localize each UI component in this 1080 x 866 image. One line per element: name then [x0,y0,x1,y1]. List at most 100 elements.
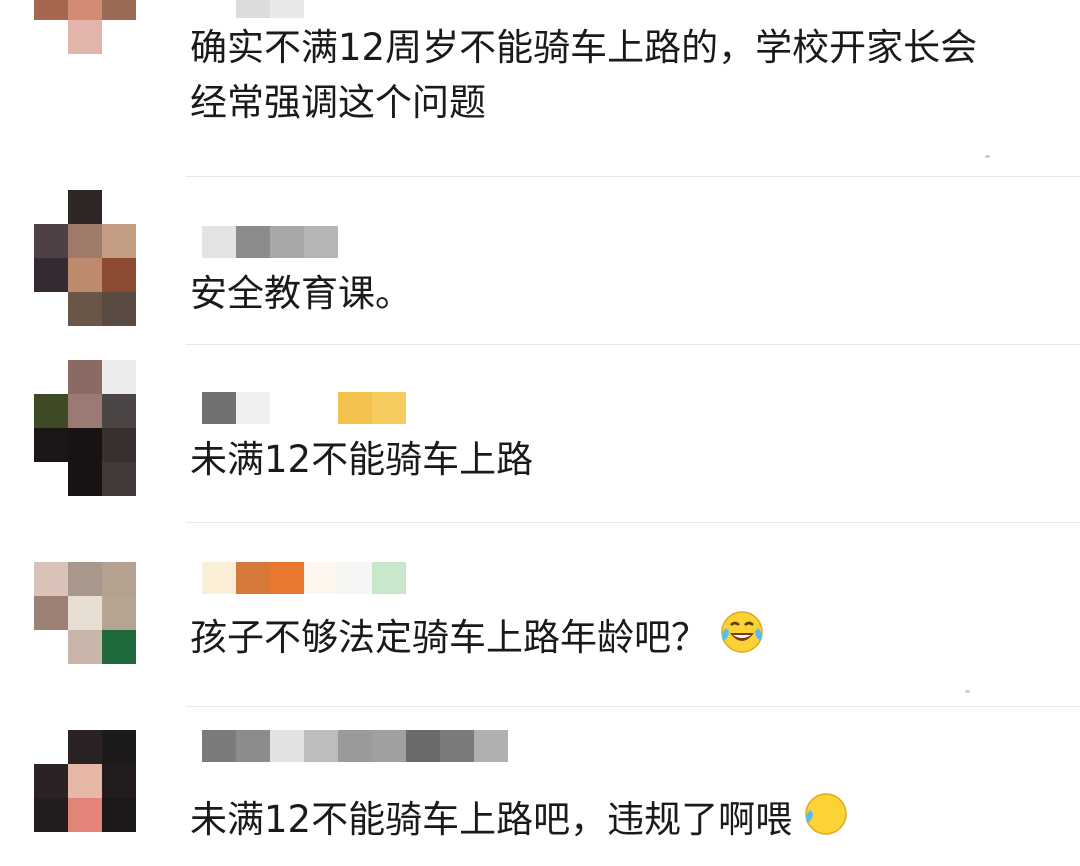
divider [186,706,1080,707]
decorative-speck [965,690,970,693]
comment-text: 未满12不能骑车上路吧，违规了啊喂 [190,790,1050,853]
avatar-pixel [34,224,68,258]
avatar-pixel [102,462,136,496]
avatar-pixel [34,190,68,224]
avatar-pixel [34,730,68,764]
username-pixel [202,0,236,18]
comment-text: 确实不满12周岁不能骑车上路的，学校开家长会 经常强调这个问题 [190,26,978,124]
username-pixel [270,562,304,594]
avatar-pixel [102,428,136,462]
avatar-pixel [68,360,102,394]
avatar-pixel [34,428,68,462]
username-pixel [236,0,270,18]
username-pixel [202,730,236,762]
avatar-pixel [68,394,102,428]
avatar-pixel [68,798,102,832]
avatar-pixel [34,0,68,20]
avatar-pixel [102,764,136,798]
username-pixel [304,730,338,762]
avatar-pixel [102,292,136,326]
username-pixel [338,392,372,424]
avatar[interactable] [34,562,136,698]
avatar-pixel [34,562,68,596]
avatar-pixel [34,258,68,292]
avatar-pixel [102,0,136,20]
avatar-pixel [68,764,102,798]
comment-text: 未满12不能骑车上路 [190,438,534,481]
username-pixel [236,562,270,594]
avatar-pixel [102,798,136,832]
avatar-pixel [102,224,136,258]
username-pixel [304,392,338,424]
username-pixel [270,730,304,762]
username-pixel [372,562,406,594]
divider [186,522,1080,523]
divider [186,344,1080,345]
avatar-pixel [102,190,136,224]
avatar-pixel [68,630,102,664]
avatar-pixel [102,832,136,866]
username-pixel [372,730,406,762]
avatar-pixel [34,292,68,326]
username-pixel [202,226,236,258]
username-pixel [338,562,372,594]
username-pixel [236,730,270,762]
avatar-pixel [68,462,102,496]
avatar-pixel [102,596,136,630]
avatar-pixel [68,428,102,462]
username-pixel [304,562,338,594]
avatar-pixel [102,258,136,292]
avatar-pixel [102,360,136,394]
username-pixel [202,392,236,424]
username-pixel [304,0,338,18]
username-blurred[interactable] [202,0,338,18]
username-blurred[interactable] [202,392,406,424]
avatar-pixel [102,54,136,88]
avatar-pixel [68,562,102,596]
avatar-pixel [68,664,102,698]
avatar-pixel [34,54,68,88]
decorative-speck [985,155,990,158]
avatar-pixel [102,630,136,664]
username-pixel [270,392,304,424]
avatar-pixel [34,764,68,798]
avatar-pixel [34,20,68,54]
username-pixel [406,730,440,762]
avatar-pixel [68,20,102,54]
avatar-pixel [68,258,102,292]
username-blurred[interactable] [202,226,338,258]
avatar-pixel [34,596,68,630]
avatar[interactable] [34,0,136,88]
avatar-pixel [34,630,68,664]
avatar[interactable] [34,360,136,496]
laughing-with-tears-icon [802,790,850,853]
comment-text: 孩子不够法定骑车上路年龄吧？ [190,608,1050,671]
avatar[interactable] [34,190,136,326]
avatar-pixel [68,224,102,258]
avatar-pixel [34,798,68,832]
avatar-pixel [68,190,102,224]
avatar-pixel [68,54,102,88]
username-pixel [338,730,372,762]
comment-text: 安全教育课。 [190,272,412,315]
username-pixel [270,0,304,18]
laughing-with-tears-icon [718,608,766,671]
username-blurred[interactable] [202,730,508,762]
avatar-pixel [102,20,136,54]
username-blurred[interactable] [202,562,406,594]
avatar-pixel [68,292,102,326]
avatar-pixel [68,730,102,764]
avatar-pixel [102,394,136,428]
avatar-pixel [68,596,102,630]
avatar-pixel [34,394,68,428]
username-pixel [474,730,508,762]
avatar-pixel [34,664,68,698]
divider [186,176,1080,177]
username-pixel [304,226,338,258]
avatar-pixel [34,360,68,394]
avatar-pixel [102,664,136,698]
avatar-pixel [102,562,136,596]
avatar[interactable] [34,730,136,866]
avatar-pixel [102,730,136,764]
username-pixel [270,226,304,258]
